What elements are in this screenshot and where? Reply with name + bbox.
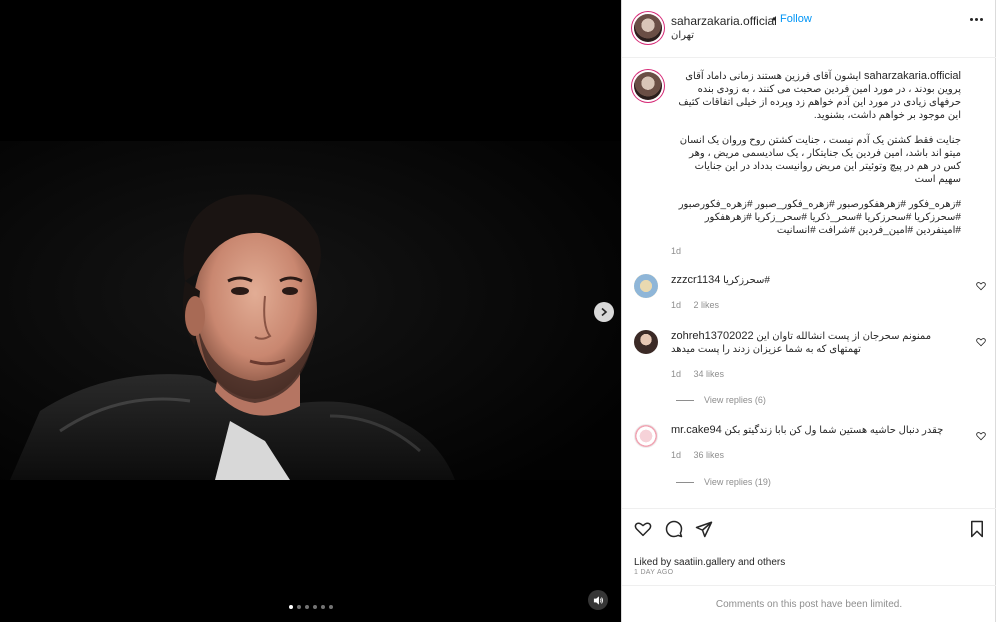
commenter-username[interactable]: zzzcr1134 (671, 274, 720, 286)
author-username[interactable]: saharzakaria.official (671, 14, 777, 28)
caption-username[interactable]: saharzakaria.official (864, 70, 961, 82)
post-date[interactable]: 1 DAY AGO (634, 569, 673, 576)
caption-hashtags[interactable]: #زهره_فکور #زهرهفکورصبور #زهره_فکور_صبور… (671, 198, 961, 237)
like-comment-heart-icon[interactable] (976, 431, 986, 441)
comment-meta: 1d 34 likes (671, 369, 734, 379)
like-comment-heart-icon[interactable] (976, 337, 986, 347)
comment-time: 1d (671, 300, 682, 310)
comment-likes[interactable]: 36 likes (694, 450, 725, 460)
save-bookmark-icon[interactable] (968, 520, 986, 538)
caption-author-avatar[interactable] (634, 72, 662, 100)
carousel-dot (329, 605, 333, 609)
comment-likes[interactable]: 34 likes (694, 369, 725, 379)
post-actions: Liked by saatiin.gallery and others 1 DA… (622, 508, 996, 622)
more-options-button[interactable] (970, 18, 983, 21)
comment-likes[interactable]: 2 likes (694, 300, 720, 310)
commenter-avatar[interactable] (634, 330, 658, 354)
more-dots-icon (970, 18, 973, 21)
replies-divider (676, 481, 694, 483)
commenter-avatar[interactable] (634, 274, 658, 298)
view-replies-label[interactable]: View replies (6) (704, 395, 766, 405)
liked-by-user[interactable]: saatiin.gallery (674, 557, 735, 568)
view-replies-button[interactable]: View replies (6) (676, 395, 766, 405)
comments-scroll-area[interactable]: saharzakaria.official ایشون آقای فرزین ه… (622, 58, 996, 508)
carousel-dot (305, 605, 309, 609)
carousel-dot (297, 605, 301, 609)
like-comment-heart-icon[interactable] (976, 281, 986, 291)
comment-time: 1d (671, 369, 682, 379)
chevron-right-icon (601, 307, 608, 317)
comment-time: 1d (671, 450, 682, 460)
comment-text: #سحرزکریا (723, 275, 770, 286)
post-caption: saharzakaria.official ایشون آقای فرزین ه… (671, 70, 961, 249)
comment-meta: 1d 36 likes (671, 450, 734, 460)
replies-divider (676, 399, 694, 401)
view-replies-label[interactable]: View replies (19) (704, 477, 771, 487)
post-video-frame[interactable] (0, 141, 621, 480)
carousel-indicator (289, 605, 333, 609)
speaker-icon (593, 595, 603, 605)
commenter-avatar[interactable] (634, 424, 658, 448)
video-still-image (0, 141, 621, 480)
header-separator: • (772, 12, 777, 26)
liked-by-summary: Liked by saatiin.gallery and others (634, 557, 785, 568)
post-details-panel: saharzakaria.official • Follow تهران sah… (621, 0, 997, 622)
comment-text: چقدر دنبال حاشیه هستین شما ول کن بابا زن… (724, 425, 944, 436)
post-location[interactable]: تهران (671, 30, 694, 41)
post-header: saharzakaria.official • Follow تهران (622, 0, 996, 58)
comment-body: mr.cake94 چقدر دنبال حاشیه هستین شما ول … (671, 424, 961, 437)
caption-text-2: جنایت فقط کشتن یک آدم نیست ، جنایت کشتن … (679, 135, 961, 185)
caption-timestamp: 1d (671, 246, 682, 256)
comment-body: zzzcr1134 #سحرزکریا (671, 274, 961, 287)
carousel-next-button[interactable] (594, 302, 614, 322)
like-heart-icon[interactable] (634, 520, 652, 538)
carousel-dot (289, 605, 293, 609)
post-media[interactable] (0, 0, 621, 622)
comment-body: zohreh13702022 ممنونم سحرجان از پست انشا… (671, 330, 961, 356)
audio-toggle-button[interactable] (588, 590, 608, 610)
liked-by-others[interactable]: and others (735, 557, 785, 568)
liked-by-prefix: Liked by (634, 557, 675, 568)
author-avatar[interactable] (634, 14, 662, 42)
carousel-dot (321, 605, 325, 609)
comments-limited-notice: Comments on this post have been limited. (622, 585, 996, 622)
follow-button[interactable]: Follow (780, 13, 812, 25)
share-paper-plane-icon[interactable] (695, 520, 713, 538)
commenter-username[interactable]: zohreh13702022 (671, 330, 754, 342)
comment-bubble-icon[interactable] (665, 520, 683, 538)
commenter-username[interactable]: mr.cake94 (671, 424, 722, 436)
comment-meta: 1d 2 likes (671, 300, 729, 310)
view-replies-button[interactable]: View replies (19) (676, 477, 771, 487)
carousel-dot (313, 605, 317, 609)
